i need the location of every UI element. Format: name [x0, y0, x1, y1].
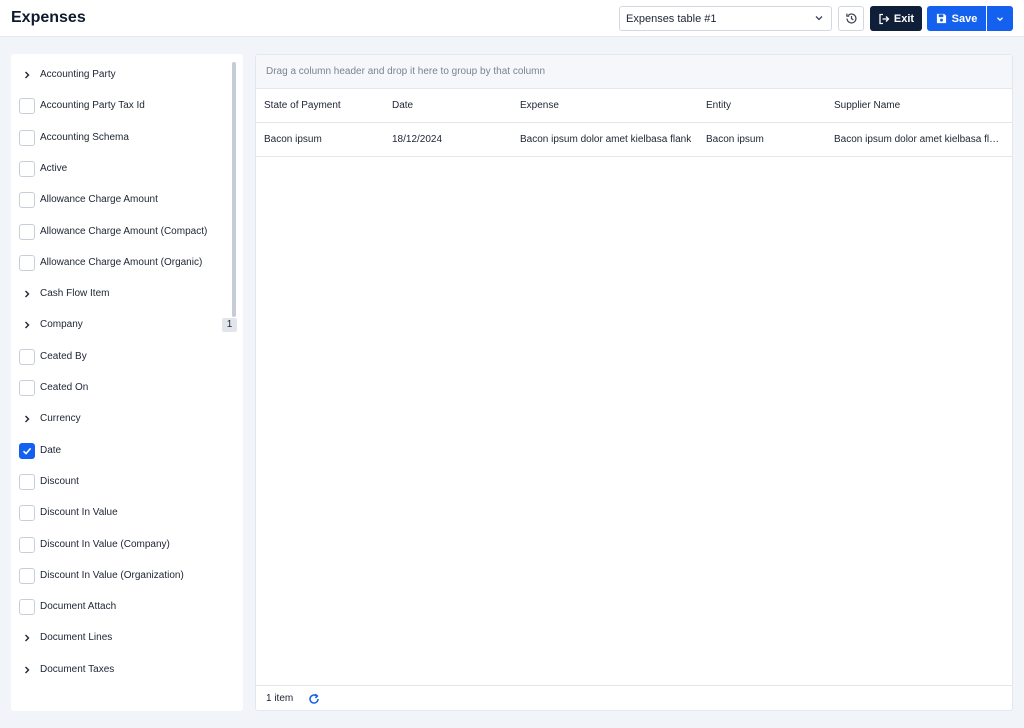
field-item-discount-in-value-organization[interactable]: Discount In Value (Organization) [11, 566, 231, 586]
field-item-allowance-charge-amount-organic[interactable]: Allowance Charge Amount (Organic) [11, 253, 231, 273]
column-header-expense[interactable]: Expense [520, 89, 698, 122]
field-label: Discount In Value (Organization) [40, 569, 184, 581]
field-checkbox[interactable] [19, 160, 35, 177]
chevron-down-icon [997, 16, 1003, 21]
history-icon [845, 13, 857, 24]
field-label: Document Taxes [40, 663, 115, 675]
field-chooser-sidebar: Accounting Party Accounting Party Tax Id A… [11, 54, 243, 711]
history-button[interactable] [838, 6, 864, 31]
field-item-accounting-party-tax-id[interactable]: Accounting Party Tax Id [11, 96, 231, 116]
view-select-value: Expenses table #1 [626, 12, 717, 25]
field-item-allowance-charge-amount-compact[interactable]: Allowance Charge Amount (Compact) [11, 222, 231, 242]
field-item-discount-in-value-company[interactable]: Discount In Value (Company) [11, 535, 231, 555]
field-item-date[interactable]: Date [11, 441, 231, 461]
table-row[interactable]: Bacon ipsum 18/12/2024 Bacon ipsum dolor… [256, 123, 1012, 157]
field-checkbox[interactable] [19, 473, 35, 490]
field-checkbox[interactable] [19, 536, 35, 553]
field-label: Discount [40, 475, 79, 487]
column-header-date[interactable]: Date [392, 89, 512, 122]
save-button-label: Save [951, 12, 978, 25]
data-grid: Drag a column header and drop it here to… [255, 54, 1013, 711]
cell-date: 18/12/2024 [392, 134, 443, 145]
field-label: Date [40, 444, 62, 456]
exit-icon [879, 13, 890, 24]
column-header-entity[interactable]: Entity [706, 89, 826, 122]
field-checkbox[interactable] [19, 599, 35, 616]
field-checkbox[interactable] [19, 98, 35, 115]
field-label: Ceated On [40, 382, 89, 393]
field-checkbox[interactable] [19, 442, 35, 459]
chevron-right-icon[interactable] [22, 289, 32, 299]
field-label: Allowance Charge Amount [40, 194, 158, 206]
chevron-right-icon[interactable] [22, 665, 32, 675]
column-header-supplier-name[interactable]: Supplier Name [834, 89, 1004, 122]
field-label: Discount In Value (Company) [40, 538, 170, 550]
field-item-company[interactable]: Company 1 [11, 315, 237, 335]
field-label: Discount In Value [40, 507, 118, 519]
field-item-accounting-party[interactable]: Accounting Party [11, 65, 231, 85]
save-options-button[interactable] [987, 6, 1013, 31]
check-icon [22, 447, 32, 455]
field-item-active[interactable]: Active [11, 159, 231, 179]
cell-supplier-name: Bacon ipsum dolor amet kielbasa flank [834, 134, 1004, 145]
column-header-state-of-payment[interactable]: State of Payment [264, 89, 384, 122]
field-checkbox[interactable] [19, 254, 35, 271]
field-label: Document Lines [40, 632, 113, 644]
exit-button[interactable]: Exit [870, 6, 922, 31]
field-item-discount[interactable]: Discount [11, 472, 231, 492]
field-item-document-attach[interactable]: Document Attach [11, 597, 231, 617]
field-item-cash-flow-item[interactable]: Cash Flow Item [11, 284, 231, 304]
field-label: Accounting Party Tax Id [40, 100, 145, 112]
page-title: Expenses [11, 9, 86, 26]
field-checkbox[interactable] [19, 505, 35, 522]
chevron-right-icon[interactable] [22, 70, 32, 80]
field-label: Accounting Schema [40, 131, 129, 143]
field-checkbox[interactable] [19, 192, 35, 209]
chevron-right-icon[interactable] [22, 414, 32, 424]
field-checkbox[interactable] [19, 129, 35, 146]
field-item-currency[interactable]: Currency [11, 409, 231, 429]
group-panel-hint: Drag a column header and drop it here to… [266, 66, 546, 77]
field-item-document-taxes[interactable]: Document Taxes [11, 660, 231, 680]
field-item-ceated-by[interactable]: Ceated By [11, 347, 231, 367]
exit-button-label: Exit [893, 12, 915, 25]
field-label: Allowance Charge Amount (Compact) [40, 225, 208, 237]
top-bar: Expenses Expenses table #1 Exit Save [0, 0, 1024, 37]
field-checkbox[interactable] [19, 567, 35, 584]
chevron-right-icon[interactable] [22, 633, 32, 643]
field-label: Cash Flow Item [40, 288, 110, 300]
save-button[interactable]: Save [927, 6, 986, 31]
field-item-allowance-charge-amount[interactable]: Allowance Charge Amount [11, 190, 231, 210]
field-label: Active [40, 162, 68, 174]
field-label: Document Attach [40, 601, 117, 613]
refresh-icon[interactable] [308, 693, 320, 705]
group-panel[interactable]: Drag a column header and drop it here to… [256, 55, 1012, 89]
grid-footer: 1 item [256, 685, 1012, 711]
field-item-discount-in-value[interactable]: Discount In Value [11, 503, 231, 523]
cell-expense: Bacon ipsum dolor amet kielbasa flank [520, 134, 692, 145]
cell-state-of-payment: Bacon ipsum [264, 134, 322, 145]
grid-header: State of Payment Date Expense Entity Sup… [256, 89, 1012, 123]
chevron-down-icon [815, 16, 823, 21]
field-checkbox[interactable] [19, 348, 35, 365]
field-checkbox[interactable] [19, 223, 35, 240]
field-label: Currency [40, 413, 81, 425]
field-label: Ceated By [40, 350, 87, 362]
field-item-ceated-on[interactable]: Ceated On [11, 378, 231, 398]
cell-entity: Bacon ipsum [706, 134, 764, 145]
field-item-document-lines[interactable]: Document Lines [11, 628, 231, 648]
count-badge: 1 [222, 318, 237, 333]
item-count: 1 item [266, 693, 294, 704]
field-checkbox[interactable] [19, 380, 35, 396]
save-icon [936, 13, 946, 24]
field-label: Allowance Charge Amount (Organic) [40, 256, 203, 268]
field-label: Company [40, 319, 83, 331]
chevron-right-icon[interactable] [22, 320, 32, 330]
field-label: Accounting Party [40, 69, 116, 80]
sidebar-scrollbar[interactable] [232, 62, 236, 317]
view-select[interactable]: Expenses table #1 [619, 6, 832, 31]
field-item-accounting-schema[interactable]: Accounting Schema [11, 128, 231, 148]
